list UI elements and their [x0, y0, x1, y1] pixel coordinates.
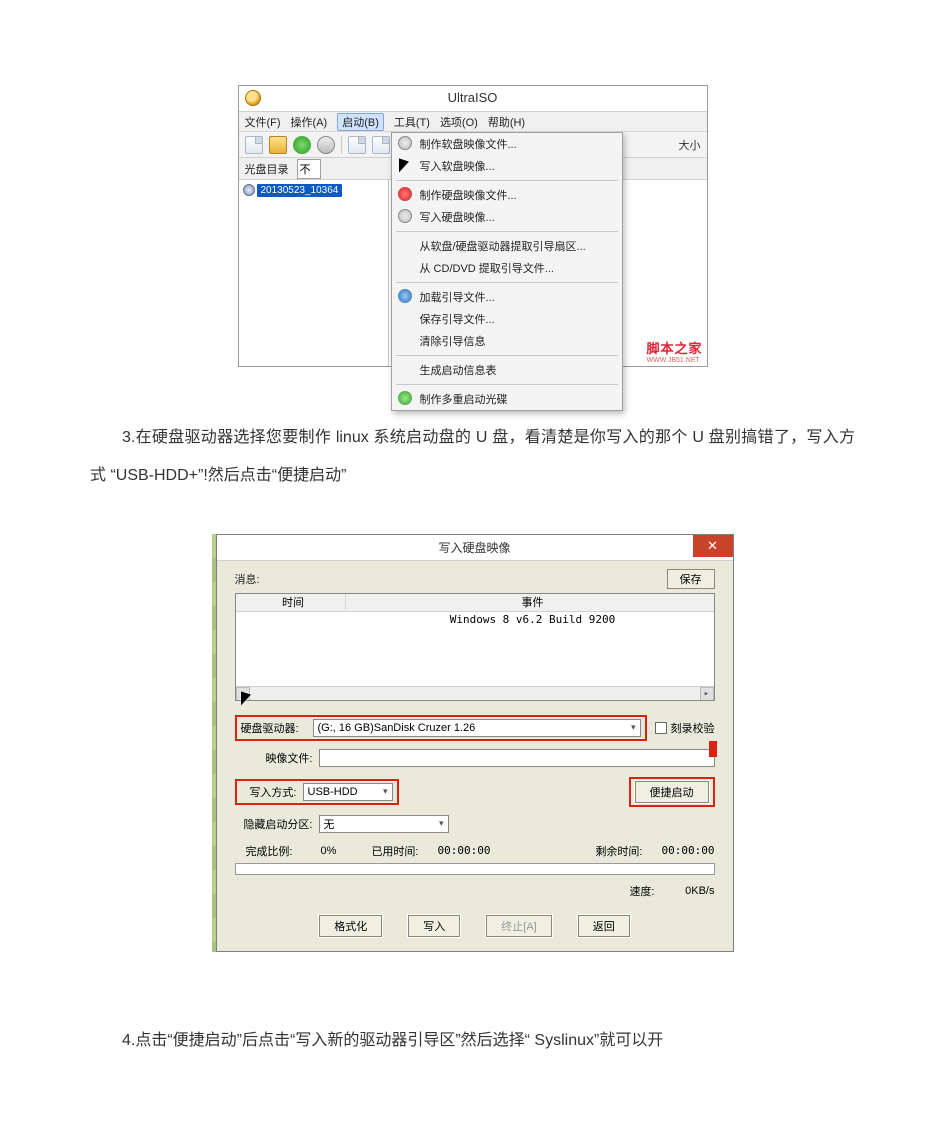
disc-dir-select[interactable]: 不	[297, 159, 321, 179]
message-list: 时间 事件 Windows 8 v6.2 Build 9200 ◂ ▸	[235, 593, 715, 701]
format-button[interactable]: 格式化	[319, 915, 382, 937]
app-icon	[245, 90, 261, 106]
mi-make-floppy-image[interactable]: 制作软盘映像文件...	[392, 133, 622, 155]
write-image-dialog: 写入硬盘映像 ✕ 消息: 保存 时间 事件	[216, 534, 734, 952]
write-button[interactable]: 写入	[408, 915, 460, 937]
elapsed-label: 已用时间:	[359, 843, 419, 859]
save-button[interactable]: 保存	[667, 569, 715, 589]
menu-boot[interactable]: 启动(B)	[337, 113, 384, 131]
boot-menu-dropdown: 制作软盘映像文件... 写入软盘映像... 制作硬盘映像文件... 写入硬盘映像…	[391, 132, 623, 411]
quick-boot-highlight: 便捷启动	[629, 777, 715, 807]
hdd-write-icon	[398, 209, 412, 223]
watermark: 脚本之家WWW.JB51.NET	[646, 338, 702, 364]
return-button[interactable]: 返回	[578, 915, 630, 937]
step-4-text: 4.点击“便捷启动”后点击“写入新的驱动器引导区”然后选择“ Syslinux”…	[90, 1022, 855, 1060]
titlebar: UltraISO	[239, 86, 707, 112]
disk-icon[interactable]	[317, 136, 335, 154]
write-mode-select[interactable]: USB-HDD	[303, 783, 393, 801]
dialog-title: 写入硬盘映像	[217, 539, 733, 556]
col-event[interactable]: 事件	[346, 594, 714, 610]
remain-label: 剩余时间:	[491, 843, 643, 859]
mi-load-boot-file[interactable]: 加载引导文件...	[392, 286, 622, 308]
hide-partition-select[interactable]: 无	[319, 815, 449, 833]
elapsed-value: 00:00:00	[419, 844, 491, 857]
speed-value: 0KB/s	[655, 885, 715, 897]
image-file-input[interactable]	[319, 749, 715, 767]
mi-clear-boot[interactable]: 清除引导信息	[392, 330, 622, 352]
write-mode-highlight: 写入方式: USB-HDD	[235, 779, 399, 805]
tree-panel: 20130523_10364	[239, 180, 389, 366]
mi-save-boot-file[interactable]: 保存引导文件...	[392, 308, 622, 330]
scroll-right-icon[interactable]: ▸	[700, 687, 714, 701]
hdd-icon	[398, 187, 412, 201]
mi-extract-boot-sector[interactable]: 从软盘/硬盘驱动器提取引导扇区...	[392, 235, 622, 257]
dialog-titlebar: 写入硬盘映像 ✕	[217, 535, 733, 561]
ultraiso-window: UltraISO 文件(F) 操作(A) 启动(B) 工具(T) 选项(O) 帮…	[238, 85, 708, 367]
menu-help[interactable]: 帮助(H)	[488, 114, 525, 130]
menu-action[interactable]: 操作(A)	[291, 114, 328, 130]
menu-file[interactable]: 文件(F)	[245, 114, 281, 130]
checkbox-icon[interactable]	[655, 722, 667, 734]
done-label: 完成比例:	[235, 843, 299, 859]
open-icon[interactable]	[269, 136, 287, 154]
write-mode-label: 写入方式:	[241, 784, 303, 800]
mi-extract-boot-file[interactable]: 从 CD/DVD 提取引导文件...	[392, 257, 622, 279]
hide-partition-label: 隐藏启动分区:	[235, 816, 319, 832]
menubar: 文件(F) 操作(A) 启动(B) 工具(T) 选项(O) 帮助(H)	[239, 112, 707, 132]
quick-boot-button[interactable]: 便捷启动	[635, 781, 709, 803]
mi-multiboot[interactable]: 制作多重启动光碟	[392, 388, 622, 410]
new-icon[interactable]	[245, 136, 263, 154]
load-icon	[398, 289, 412, 303]
scrollbar[interactable]: ◂ ▸	[236, 686, 714, 700]
image-file-label: 映像文件:	[235, 750, 319, 766]
verify-checkbox[interactable]: 刻录校验	[655, 720, 715, 736]
step-3-text: 3.在硬盘驱动器选择您要制作 linux 系统启动盘的 U 盘，看清楚是你写入的…	[90, 419, 855, 496]
abort-button: 终止[A]	[486, 915, 551, 937]
tool-icon-1[interactable]	[348, 136, 366, 154]
speed-label: 速度:	[629, 883, 654, 899]
drive-label: 硬盘驱动器:	[241, 720, 313, 736]
mi-gen-boot-info[interactable]: 生成启动信息表	[392, 359, 622, 381]
close-button[interactable]: ✕	[693, 535, 733, 557]
mi-make-hdd-image[interactable]: 制作硬盘映像文件...	[392, 184, 622, 206]
col-time[interactable]: 时间	[236, 594, 346, 610]
refresh-icon[interactable]	[293, 136, 311, 154]
disc-dir-label: 光盘目录	[245, 161, 289, 177]
message-label: 消息:	[235, 571, 260, 587]
menu-tools[interactable]: 工具(T)	[394, 114, 430, 130]
cursor-icon	[399, 160, 413, 178]
separator	[341, 136, 342, 154]
tree-item-selected[interactable]: 20130523_10364	[257, 184, 343, 197]
tool-icon-2[interactable]	[372, 136, 390, 154]
cd-icon	[243, 184, 255, 196]
size-label: 大小	[679, 137, 701, 153]
remain-value: 00:00:00	[643, 844, 715, 857]
mi-write-hdd-image[interactable]: 写入硬盘映像...	[392, 206, 622, 228]
drive-select[interactable]: (G:, 16 GB)SanDisk Cruzer 1.26	[313, 719, 641, 737]
mi-write-floppy-image[interactable]: 写入软盘映像...	[392, 155, 622, 177]
app-title: UltraISO	[448, 90, 498, 105]
floppy-icon	[398, 136, 412, 150]
dialog-frame: 写入硬盘映像 ✕ 消息: 保存 时间 事件	[212, 534, 734, 952]
multi-icon	[398, 391, 412, 405]
image-highlight-marker	[709, 741, 717, 757]
list-row: Windows 8 v6.2 Build 9200	[236, 612, 714, 627]
done-value: 0%	[299, 845, 359, 857]
drive-row-highlight: 硬盘驱动器: (G:, 16 GB)SanDisk Cruzer 1.26	[235, 715, 647, 741]
menu-options[interactable]: 选项(O)	[440, 114, 478, 130]
progress-bar	[235, 863, 715, 875]
